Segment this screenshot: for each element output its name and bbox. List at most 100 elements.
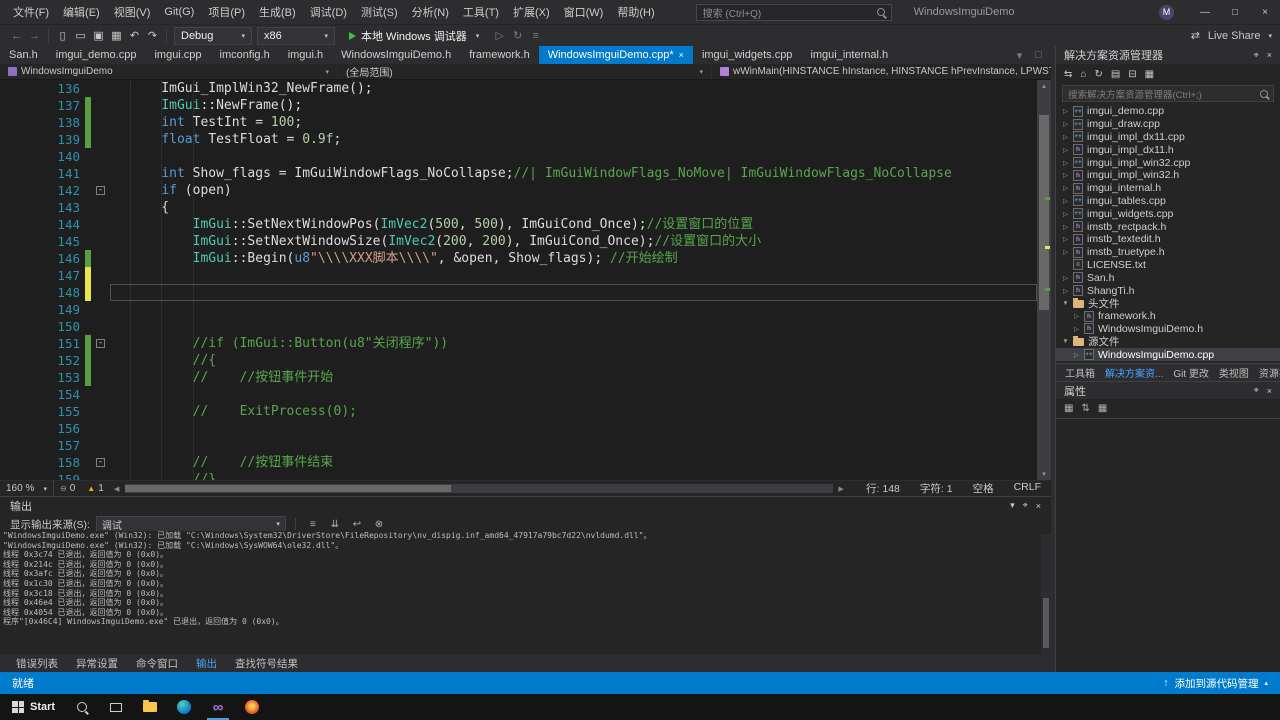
chevron-collapsed-icon[interactable]: ▷: [1071, 312, 1082, 320]
chevron-collapsed-icon[interactable]: ▷: [1060, 159, 1071, 167]
menu-item[interactable]: 帮助(H): [610, 0, 661, 24]
scroll-down-icon[interactable]: ▾: [1042, 468, 1046, 480]
home-icon[interactable]: ⌂: [1080, 69, 1086, 80]
clear-all-icon[interactable]: ⊗: [371, 519, 387, 530]
undo-icon[interactable]: ↶: [126, 27, 143, 45]
start-button[interactable]: Start: [2, 694, 65, 720]
menu-item[interactable]: 编辑(E): [56, 0, 107, 24]
horizontal-scrollbar[interactable]: [124, 484, 834, 493]
redo-icon[interactable]: ↷: [144, 27, 161, 45]
tree-item[interactable]: ▷ ++ imgui_draw.cpp: [1056, 118, 1280, 131]
restart-icon[interactable]: ↻: [509, 27, 526, 45]
chevron-collapsed-icon[interactable]: ▷: [1071, 325, 1082, 333]
horizontal-scrollbar-thumb[interactable]: [124, 485, 451, 492]
tree-item[interactable]: ≡ LICENSE.txt: [1056, 259, 1280, 272]
code-line[interactable]: 147: [0, 267, 1037, 284]
tree-item[interactable]: ▷ h imstb_truetype.h: [1056, 246, 1280, 259]
code-line[interactable]: 145 ImGui::SetNextWindowSize(ImVec2(200,…: [0, 233, 1037, 250]
minimize-button[interactable]: —: [1190, 0, 1220, 24]
document-tab[interactable]: San.h: [0, 46, 47, 64]
live-share-button[interactable]: ⇄ Live Share ▾: [1187, 27, 1272, 45]
chevron-collapsed-icon[interactable]: ▷: [1060, 287, 1071, 295]
document-tab[interactable]: framework.h: [460, 46, 539, 64]
start-debugging-button[interactable]: 本地 Windows 调试器 ▾: [342, 27, 486, 45]
tree-item[interactable]: ▼ 源文件: [1056, 335, 1280, 348]
chevron-collapsed-icon[interactable]: ▷: [1060, 274, 1071, 282]
task-view-button[interactable]: [99, 694, 133, 720]
new-file-icon[interactable]: ▯: [54, 27, 71, 45]
code-line[interactable]: 140: [0, 148, 1037, 165]
caret-down-icon[interactable]: ▾: [1010, 500, 1015, 511]
tree-item[interactable]: ▷ ++ imgui_impl_dx11.cpp: [1056, 131, 1280, 144]
menu-item[interactable]: 分析(N): [405, 0, 456, 24]
code-line[interactable]: 156: [0, 420, 1037, 437]
output-body[interactable]: "WindowsImguiDemo.exe" (Win32): 已加载 "C:\…: [0, 531, 1051, 654]
code-line[interactable]: 137 ImGui::NewFrame();: [0, 97, 1037, 114]
show-all-files-icon[interactable]: ▤: [1111, 69, 1120, 80]
code-line[interactable]: 149: [0, 301, 1037, 318]
float-window-icon[interactable]: □: [1030, 46, 1047, 64]
scrollbar-track[interactable]: [1037, 92, 1051, 468]
chevron-collapsed-icon[interactable]: ▷: [1060, 248, 1071, 256]
tree-item[interactable]: ▷ h San.h: [1056, 271, 1280, 284]
code-line[interactable]: 155 // ExitProcess(0);: [0, 403, 1037, 420]
edge-button[interactable]: [167, 694, 201, 720]
sync-with-active-document-icon[interactable]: ⇆: [1064, 69, 1072, 80]
code-line[interactable]: 144 ImGui::SetNextWindowPos(ImVec2(500, …: [0, 216, 1037, 233]
panel-tab[interactable]: 命令窗口: [128, 656, 186, 671]
tree-item[interactable]: ▷ h framework.h: [1056, 310, 1280, 323]
collapse-all-icon[interactable]: ⊟: [1128, 69, 1136, 80]
tree-item[interactable]: ▷ h imstb_rectpack.h: [1056, 220, 1280, 233]
spaces-indicator[interactable]: 空格: [963, 481, 1004, 496]
attach-process-icon[interactable]: ▷: [491, 27, 508, 45]
panel-tab[interactable]: 输出: [188, 656, 225, 671]
tree-item[interactable]: ▷ ++ imgui_demo.cpp: [1056, 105, 1280, 118]
tree-item[interactable]: ▼ 头文件: [1056, 297, 1280, 310]
tree-item[interactable]: ▷ ++ imgui_widgets.cpp: [1056, 207, 1280, 220]
chevron-expanded-icon[interactable]: ▼: [1060, 338, 1071, 345]
menu-item[interactable]: 文件(F): [6, 0, 56, 24]
scroll-right-icon[interactable]: ▶: [834, 485, 848, 493]
close-icon[interactable]: ×: [1267, 386, 1272, 396]
code-line[interactable]: 142 - if (open): [0, 182, 1037, 199]
add-to-source-control-button[interactable]: ↑ 添加到源代码管理 ▴: [1163, 676, 1268, 691]
collapse-icon[interactable]: -: [96, 186, 105, 195]
tree-item[interactable]: ▷ h ShangTi.h: [1056, 284, 1280, 297]
code-line[interactable]: 141 int Show_flags = ImGuiWindowFlags_No…: [0, 165, 1037, 182]
browser-button[interactable]: [235, 694, 269, 720]
user-avatar[interactable]: M: [1159, 4, 1174, 20]
close-icon[interactable]: ×: [1267, 50, 1272, 60]
pin-icon[interactable]: ⌖: [1254, 385, 1259, 396]
document-tab[interactable]: imconfig.h: [211, 46, 279, 64]
document-tab[interactable]: imgui_internal.h: [801, 46, 897, 64]
collapse-icon[interactable]: -: [96, 458, 105, 467]
chevron-collapsed-icon[interactable]: ▷: [1060, 133, 1071, 141]
configuration-selector[interactable]: Debug ▾: [174, 26, 252, 45]
tree-item[interactable]: ▷ h imstb_textedit.h: [1056, 233, 1280, 246]
menu-item[interactable]: 扩展(X): [506, 0, 557, 24]
code-line[interactable]: 157: [0, 437, 1037, 454]
tree-item[interactable]: ▷ h imgui_internal.h: [1056, 182, 1280, 195]
warning-indicator[interactable]: ▲ 1: [81, 483, 109, 494]
property-pages-icon[interactable]: ▦: [1098, 403, 1107, 414]
navigate-forward-icon[interactable]: →: [26, 27, 43, 45]
tab-close-icon[interactable]: ×: [679, 50, 684, 60]
code-line[interactable]: 143 {: [0, 199, 1037, 216]
code-line[interactable]: 150: [0, 318, 1037, 335]
taskbar-search-button[interactable]: [65, 694, 99, 720]
explorer-tab[interactable]: Git 更改: [1168, 365, 1214, 380]
project-dropdown[interactable]: WindowsImguiDemo ▾: [0, 64, 338, 79]
line-indicator[interactable]: 行: 148: [856, 481, 910, 496]
maximize-button[interactable]: □: [1220, 0, 1250, 24]
code-line[interactable]: 136 ImGui_ImplWin32_NewFrame();: [0, 80, 1037, 97]
pin-icon[interactable]: ⌖: [1023, 500, 1028, 511]
outline-icon[interactable]: ≡: [527, 27, 544, 45]
panel-tab[interactable]: 错误列表: [8, 656, 66, 671]
close-button[interactable]: ×: [1250, 0, 1280, 24]
chevron-collapsed-icon[interactable]: ▷: [1060, 171, 1071, 179]
code-editor[interactable]: 136 ImGui_ImplWin32_NewFrame(); 137 ImGui…: [0, 80, 1051, 480]
explorer-tab[interactable]: 类视图: [1214, 365, 1254, 380]
tree-item[interactable]: ▷ h imgui_impl_dx11.h: [1056, 143, 1280, 156]
document-tab[interactable]: WindowsImguiDemo.cpp* ×: [538, 46, 693, 64]
collapse-icon[interactable]: -: [96, 339, 105, 348]
